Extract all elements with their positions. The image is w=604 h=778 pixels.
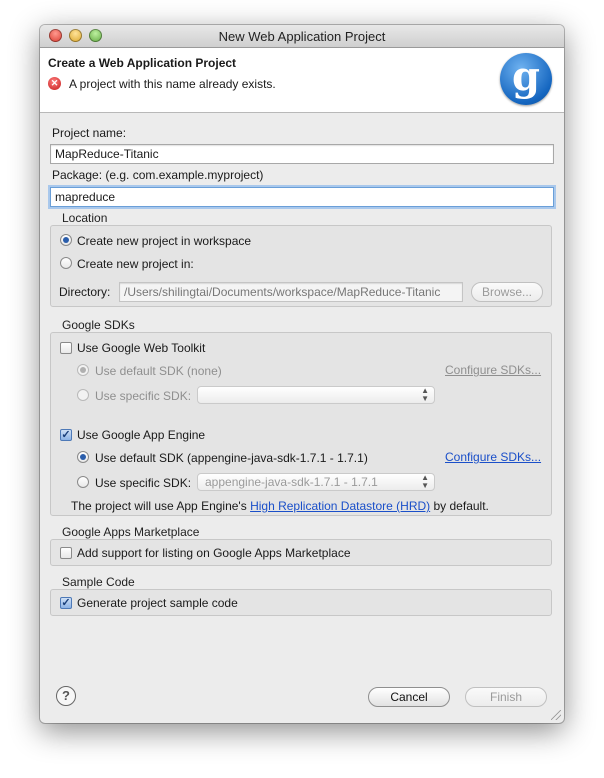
browse-button[interactable]: Browse... [471,282,543,302]
gwt-sdk-select[interactable]: ▲ ▼ [197,386,435,404]
location-group-title: Location [62,211,108,225]
gwt-specific-sdk-radio[interactable] [77,389,89,401]
appengine-configure-sdks-link[interactable]: Configure SDKs... [445,450,541,464]
window-title: New Web Application Project [218,29,386,44]
custom-location-radio-label[interactable]: Create new project in: [77,257,194,271]
sample-code-checkbox[interactable]: ✓ [60,597,72,609]
error-message: A project with this name already exists. [69,77,276,91]
appengine-sdk-select-value: appengine-java-sdk-1.7.1 - 1.7.1 [205,475,378,489]
appengine-specific-sdk-radio[interactable] [77,476,89,488]
workspace-radio[interactable] [60,234,72,246]
appengine-default-sdk-radio[interactable] [77,451,89,463]
appengine-sdk-select[interactable]: appengine-java-sdk-1.7.1 - 1.7.1 ▲ ▼ [197,473,435,491]
help-icon[interactable]: ? [56,686,76,706]
hrd-note-suffix: by default. [433,499,489,513]
hrd-note: The project will use App Engine's High R… [71,499,489,513]
use-gwt-label[interactable]: Use Google Web Toolkit [77,341,205,355]
error-icon: ✕ [48,77,61,90]
use-gwt-checkbox[interactable] [60,342,72,354]
marketplace-group-title: Google Apps Marketplace [62,525,200,539]
use-app-engine-label[interactable]: Use Google App Engine [77,428,205,442]
sample-code-group: ✓ Generate project sample code [50,589,552,616]
appengine-specific-sdk-label[interactable]: Use specific SDK: [95,476,191,490]
gwt-configure-sdks-link[interactable]: Configure SDKs... [445,363,541,377]
appengine-default-sdk-label[interactable]: Use default SDK (appengine-java-sdk-1.7.… [95,451,368,465]
finish-button[interactable]: Finish [465,687,547,707]
select-arrows-icon: ▲ ▼ [421,473,429,490]
wizard-banner: Create a Web Application Project ✕ A pro… [40,48,564,113]
project-name-label: Project name: [52,126,127,140]
hrd-note-prefix: The project will use App Engine's [71,499,247,513]
package-label: Package: (e.g. com.example.myproject) [52,168,264,182]
sample-code-label[interactable]: Generate project sample code [77,596,238,610]
marketplace-group: Add support for listing on Google Apps M… [50,539,552,566]
resize-grip-icon[interactable] [551,710,561,720]
project-name-input[interactable]: MapReduce-Titanic [50,144,554,164]
marketplace-label[interactable]: Add support for listing on Google Apps M… [77,546,351,560]
banner-title: Create a Web Application Project [48,56,237,70]
select-arrows-icon: ▲ ▼ [421,386,429,403]
hrd-link[interactable]: High Replication Datastore (HRD) [250,499,430,513]
directory-input[interactable]: /Users/shilingtai/Documents/workspace/Ma… [119,282,463,302]
gwt-specific-sdk-label: Use specific SDK: [95,389,192,403]
package-input[interactable]: mapreduce [50,187,554,207]
gwt-default-sdk-radio[interactable] [77,364,89,376]
google-plugin-logo-icon: g [500,53,552,105]
marketplace-checkbox[interactable] [60,547,72,559]
google-sdks-group: Use Google Web Toolkit Use default SDK (… [50,332,552,516]
use-app-engine-checkbox[interactable]: ✓ [60,429,72,441]
location-group: Create new project in workspace Create n… [50,225,552,307]
cancel-button[interactable]: Cancel [368,687,450,707]
title-bar[interactable]: New Web Application Project [40,25,564,48]
google-sdks-group-title: Google SDKs [62,318,135,332]
gwt-default-sdk-label: Use default SDK (none) [95,364,222,378]
workspace-radio-label[interactable]: Create new project in workspace [77,234,251,248]
directory-label: Directory: [59,285,111,299]
dialog-window: New Web Application Project Create a Web… [40,25,564,723]
custom-location-radio[interactable] [60,257,72,269]
sample-code-group-title: Sample Code [62,575,135,589]
